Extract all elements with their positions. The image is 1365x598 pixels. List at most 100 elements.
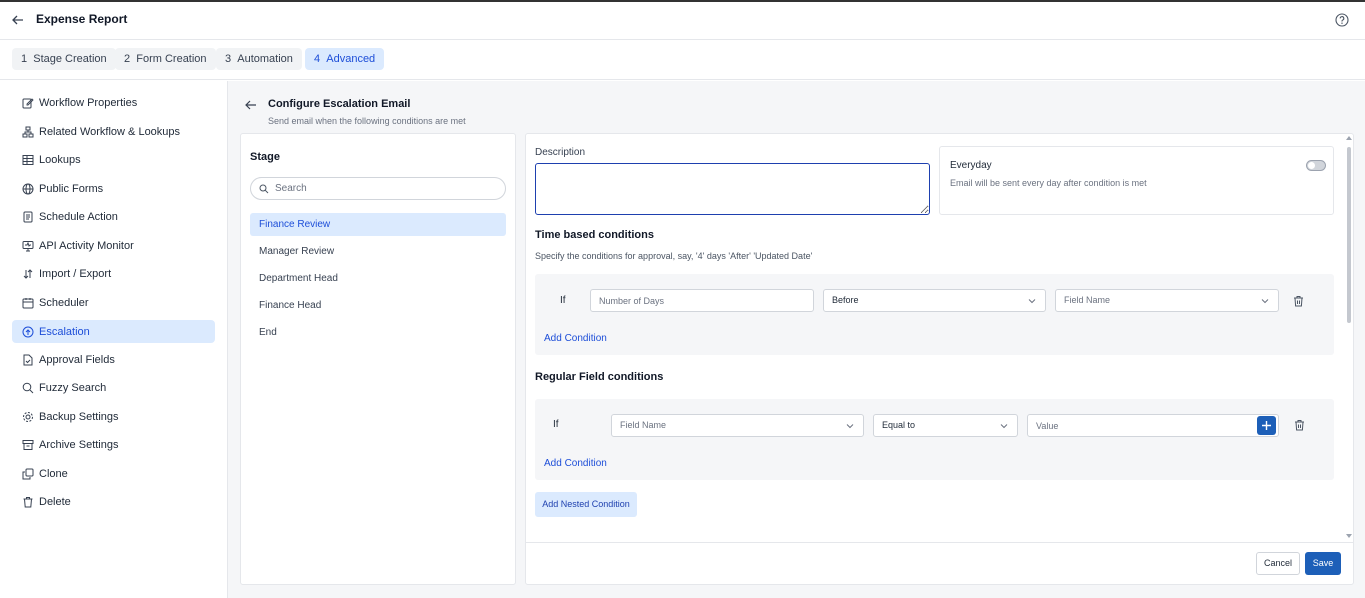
stage-heading: Stage [250,151,280,163]
add-regular-condition-link[interactable]: Add Condition [544,458,607,469]
sidebar-item-workflow-properties[interactable]: Workflow Properties [12,91,215,114]
regular-condition-box [535,399,1334,480]
select-value: Equal to [882,420,916,430]
sidebar-item-escalation[interactable]: Escalation [12,320,215,343]
sidebar-item-label: Delete [39,495,71,508]
sidebar-item-lookups[interactable]: Lookups [12,148,215,171]
sidebar-item-backup-settings[interactable]: Backup Settings [12,405,215,428]
sidebar-item-label: Approval Fields [39,353,115,366]
scrollbar-thumb[interactable] [1347,147,1351,323]
step-number: 4 [314,53,321,65]
sidebar-item-label: API Activity Monitor [39,239,134,252]
stage-item-finance-review[interactable]: Finance Review [250,213,506,236]
sidebar-item-label: Workflow Properties [39,96,138,109]
config-subtitle: Send email when the following conditions… [268,116,466,126]
search-icon [259,184,269,193]
sidebar-item-scheduler[interactable]: Scheduler [12,291,215,314]
time-condition-box [535,274,1334,355]
step-tabs: 1 Stage Creation 2 Form Creation 3 Autom… [0,40,1365,80]
back-arrow-icon[interactable] [244,98,258,112]
everyday-card: Everyday Email will be sent every day af… [939,146,1334,215]
sidebar-item-clone[interactable]: Clone [12,462,215,485]
sidebar-item-related-workflow[interactable]: Related Workflow & Lookups [12,120,215,143]
trash-icon[interactable] [1294,419,1305,431]
stage-item-department-head[interactable]: Department Head [250,267,506,290]
add-value-button[interactable] [1257,416,1276,435]
trash-icon[interactable] [1293,295,1304,307]
document-icon [23,211,33,222]
cancel-button[interactable]: Cancel [1256,552,1300,575]
escalation-icon [22,326,34,337]
before-after-select[interactable]: Before [823,289,1046,312]
sidebar-item-approval-fields[interactable]: Approval Fields [12,348,215,371]
import-export-icon [23,268,33,279]
sidebar-item-label: Backup Settings [39,410,119,423]
scroll-up-arrow-icon[interactable] [1346,135,1352,141]
description-textarea[interactable] [535,163,930,215]
if-label: If [553,419,559,430]
app-header: Expense Report [0,2,1365,40]
footer-divider [526,542,1353,543]
tab-form-creation[interactable]: 2 Form Creation [115,48,216,70]
description-label: Description [535,147,586,158]
select-value: Before [832,295,859,305]
number-of-days-input[interactable] [590,289,814,312]
step-number: 3 [225,53,232,65]
if-label: If [560,295,566,306]
value-input[interactable] [1027,414,1279,437]
config-title: Configure Escalation Email [268,98,411,110]
hierarchy-icon [22,126,34,137]
step-label: Automation [237,53,293,65]
time-field-name-select[interactable]: Field Name [1055,289,1279,312]
plus-icon [1262,421,1271,430]
sidebar-item-import-export[interactable]: Import / Export [12,262,215,285]
sidebar-item-api-activity-monitor[interactable]: API Activity Monitor [12,234,215,257]
globe-icon [22,183,34,194]
stage-search-input[interactable] [275,183,475,194]
regular-field-name-select[interactable]: Field Name [611,414,864,437]
page-title: Expense Report [36,12,128,26]
select-placeholder: Field Name [620,420,667,430]
file-check-icon [23,354,33,365]
stage-item-manager-review[interactable]: Manager Review [250,240,506,263]
sidebar-item-label: Archive Settings [39,438,119,451]
step-number: 2 [124,53,131,65]
add-time-condition-link[interactable]: Add Condition [544,333,607,344]
sidebar-item-public-forms[interactable]: Public Forms [12,177,215,200]
stage-item-end[interactable]: End [250,321,506,344]
chevron-down-icon [1261,299,1269,304]
sidebar-item-label: Fuzzy Search [39,381,107,394]
tab-automation[interactable]: 3 Automation [216,48,302,70]
operator-select[interactable]: Equal to [873,414,1018,437]
everyday-title: Everyday [950,160,992,171]
step-label: Form Creation [136,53,207,65]
save-button[interactable]: Save [1305,552,1341,575]
stage-panel [240,133,516,585]
everyday-toggle[interactable] [1306,160,1326,171]
chevron-down-icon [1000,424,1008,429]
form-scrollbar[interactable] [1345,135,1353,541]
back-arrow-icon[interactable] [10,12,26,28]
everyday-subtitle: Email will be sent every day after condi… [950,178,1147,188]
time-conditions-title: Time based conditions [535,229,654,241]
help-icon[interactable] [1335,13,1349,27]
sidebar-item-label: Related Workflow & Lookups [39,125,181,138]
step-number: 1 [21,53,28,65]
sidebar-item-delete[interactable]: Delete [12,490,215,513]
sidebar-item-fuzzy-search[interactable]: Fuzzy Search [12,376,215,399]
scroll-down-arrow-icon[interactable] [1346,533,1352,539]
sidebar-item-label: Scheduler [39,296,89,309]
search-icon [22,382,34,393]
tab-advanced[interactable]: 4 Advanced [305,48,385,70]
step-label: Advanced [326,53,376,65]
step-label: Stage Creation [33,53,107,65]
sidebar-item-label: Public Forms [39,182,104,195]
sidebar-item-archive-settings[interactable]: Archive Settings [12,433,215,456]
calendar-icon [22,297,34,308]
stage-item-finance-head[interactable]: Finance Head [250,294,506,317]
stage-search [250,177,506,200]
tab-stage-creation[interactable]: 1 Stage Creation [12,48,116,70]
gear-icon [23,411,33,422]
add-nested-condition-button[interactable]: Add Nested Condition [535,492,637,517]
sidebar-item-schedule-action[interactable]: Schedule Action [12,205,215,228]
